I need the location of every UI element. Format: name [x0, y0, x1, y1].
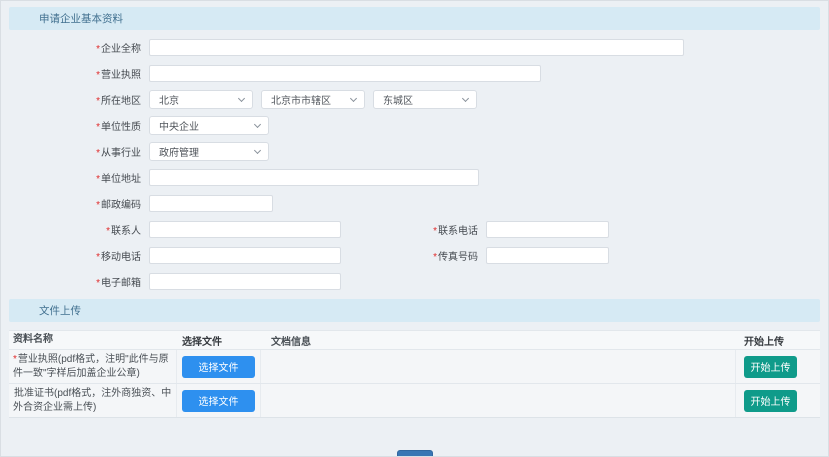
header-start-upload: 开始上传	[736, 331, 820, 349]
file-upload-section-title: 文件上传	[39, 303, 81, 318]
start-upload-button[interactable]: 开始上传	[744, 390, 797, 412]
fax-input[interactable]	[486, 247, 609, 264]
required-asterisk: *	[96, 44, 100, 55]
contact-person-label: *联系人	[9, 222, 141, 237]
business-license-label: *营业执照	[9, 66, 141, 81]
contact-person-input[interactable]	[149, 221, 341, 238]
doc-name-cell: *营业执照(pdf格式，注明"此件与原件一致"字样后加盖企业公章)	[9, 350, 177, 383]
address-input[interactable]	[149, 169, 479, 186]
choose-file-button[interactable]: 选择文件	[182, 356, 255, 378]
business-license-row: *营业执照	[9, 65, 820, 82]
contact-phone-label: *联系电话	[341, 222, 478, 237]
email-row: *电子邮箱	[9, 273, 820, 290]
region-label: *所在地区	[9, 92, 141, 107]
chevron-down-icon	[254, 147, 261, 154]
basic-info-form: *企业全称 *营业执照 *所在地区 北京 北京市市辖区 东城区 *单位性质 中央…	[1, 30, 828, 290]
region-selects: 北京 北京市市辖区 东城区	[149, 90, 477, 109]
required-asterisk: *	[96, 174, 100, 185]
company-name-input[interactable]	[149, 39, 684, 56]
doc-name-cell: 批准证书(pdf格式，注外商独资、中外合资企业需上传)	[9, 384, 177, 417]
basic-info-section-title: 申请企业基本资料	[39, 11, 123, 26]
save-button-row: 保存	[1, 450, 828, 457]
required-asterisk: *	[96, 122, 100, 133]
upload-table-header: 资料名称 选择文件 文档信息 开始上传	[9, 331, 820, 350]
required-asterisk: *	[96, 96, 100, 107]
file-upload-section-header: 文件上传	[9, 299, 820, 322]
org-type-row: *单位性质 中央企业	[9, 117, 820, 134]
chevron-down-icon	[238, 95, 245, 102]
fax-label: *传真号码	[341, 248, 478, 263]
province-select[interactable]: 北京	[149, 90, 253, 109]
choose-file-cell: 选择文件	[177, 384, 261, 417]
start-upload-cell: 开始上传	[736, 350, 820, 383]
chevron-down-icon	[350, 95, 357, 102]
mobile-phone-input[interactable]	[149, 247, 341, 264]
postal-code-row: *邮政编码	[9, 195, 820, 212]
required-asterisk: *	[96, 70, 100, 81]
choose-file-cell: 选择文件	[177, 350, 261, 383]
start-upload-cell: 开始上传	[736, 384, 820, 417]
required-asterisk: *	[13, 354, 17, 365]
choose-file-button[interactable]: 选择文件	[182, 390, 255, 412]
table-row: *营业执照(pdf格式，注明"此件与原件一致"字样后加盖企业公章) 选择文件 开…	[9, 350, 820, 384]
postal-code-input[interactable]	[149, 195, 273, 212]
industry-row: *从事行业 政府管理	[9, 143, 820, 160]
email-input[interactable]	[149, 273, 341, 290]
postal-code-label: *邮政编码	[9, 196, 141, 211]
doc-info-cell	[261, 384, 736, 417]
required-asterisk: *	[96, 252, 100, 263]
header-doc-info: 文档信息	[261, 331, 736, 349]
industry-select[interactable]: 政府管理	[149, 142, 269, 161]
address-row: *单位地址	[9, 169, 820, 186]
org-type-select[interactable]: 中央企业	[149, 116, 269, 135]
business-license-input[interactable]	[149, 65, 541, 82]
mobile-phone-label: *移动电话	[9, 248, 141, 263]
required-asterisk: *	[96, 278, 100, 289]
chevron-down-icon	[254, 121, 261, 128]
chevron-down-icon	[462, 95, 469, 102]
save-button[interactable]: 保存	[397, 450, 433, 457]
company-name-label: *企业全称	[9, 40, 141, 55]
required-asterisk: *	[433, 252, 437, 263]
doc-info-cell	[261, 350, 736, 383]
basic-info-section-header: 申请企业基本资料	[9, 7, 820, 30]
table-row: 批准证书(pdf格式，注外商独资、中外合资企业需上传) 选择文件 开始上传	[9, 384, 820, 417]
city-select[interactable]: 北京市市辖区	[261, 90, 365, 109]
header-choose-file: 选择文件	[177, 331, 261, 349]
org-type-label: *单位性质	[9, 118, 141, 133]
industry-label: *从事行业	[9, 144, 141, 159]
required-asterisk: *	[433, 226, 437, 237]
header-doc-name: 资料名称	[9, 331, 177, 349]
region-row: *所在地区 北京 北京市市辖区 东城区	[9, 91, 820, 108]
required-asterisk: *	[96, 200, 100, 211]
upload-table: 资料名称 选择文件 文档信息 开始上传 *营业执照(pdf格式，注明"此件与原件…	[9, 330, 820, 418]
start-upload-button[interactable]: 开始上传	[744, 356, 797, 378]
contact-phone-input[interactable]	[486, 221, 609, 238]
mobile-fax-row: *移动电话 *传真号码	[9, 247, 820, 264]
company-name-row: *企业全称	[9, 39, 820, 56]
required-asterisk: *	[96, 148, 100, 159]
enterprise-application-page: 申请企业基本资料 *企业全称 *营业执照 *所在地区 北京 北京市市辖区 东城区…	[0, 0, 829, 457]
address-label: *单位地址	[9, 170, 141, 185]
email-label: *电子邮箱	[9, 274, 141, 289]
contact-row: *联系人 *联系电话	[9, 221, 820, 238]
required-asterisk: *	[106, 226, 110, 237]
district-select[interactable]: 东城区	[373, 90, 477, 109]
